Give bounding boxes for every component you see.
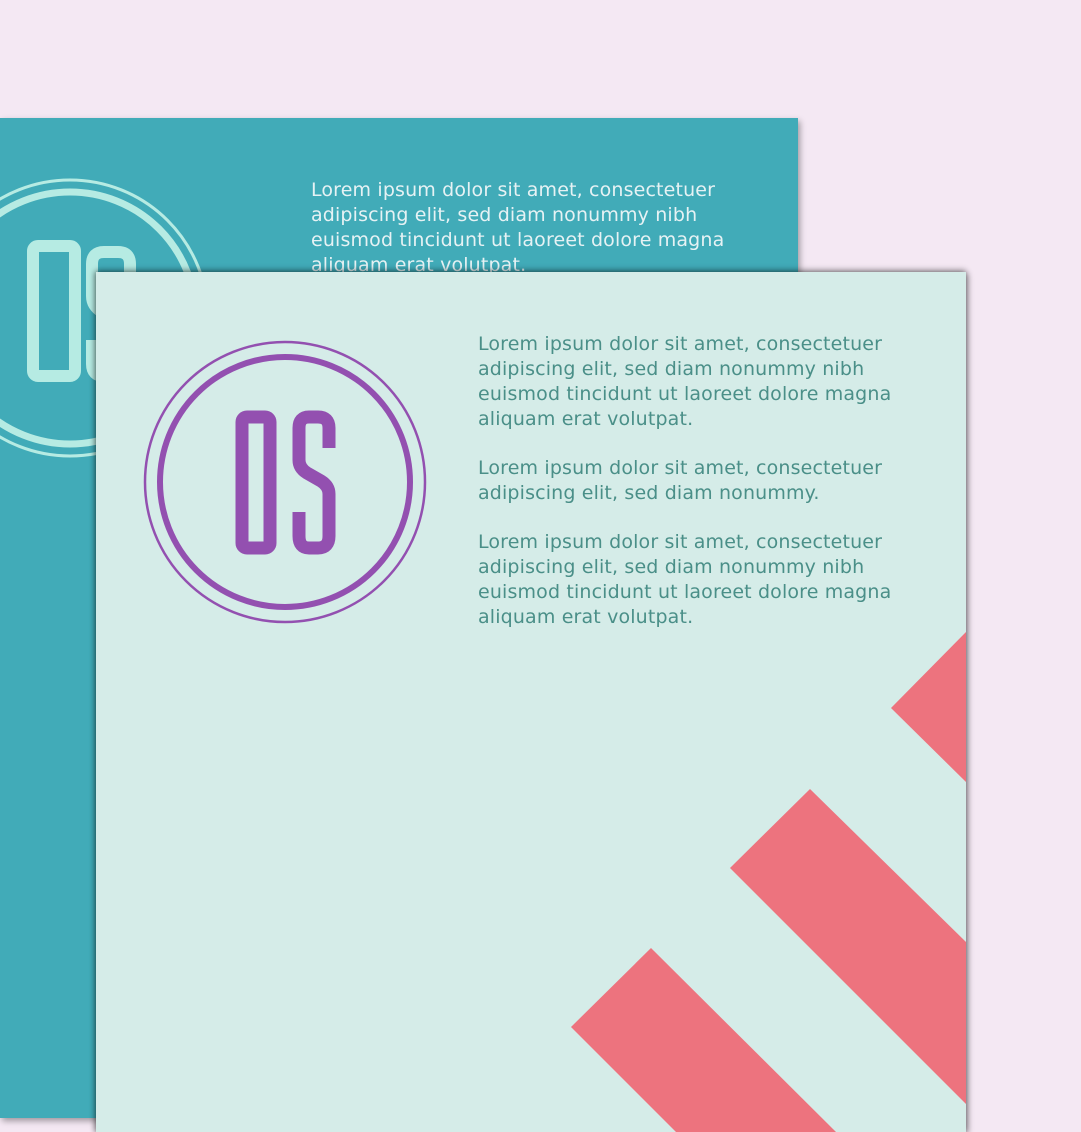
stripe-bottom [571, 948, 836, 1132]
logo-letter-o [27, 240, 81, 382]
back-paragraph-1: Lorem ipsum dolor sit amet, consectetuer… [311, 179, 725, 276]
decorative-stripes [571, 632, 966, 1132]
stripe-top [891, 632, 966, 782]
front-letterhead-sheet: OS Lorem ipsum dolor sit amet, consectet… [96, 272, 966, 1132]
stripe-middle [730, 789, 966, 1104]
